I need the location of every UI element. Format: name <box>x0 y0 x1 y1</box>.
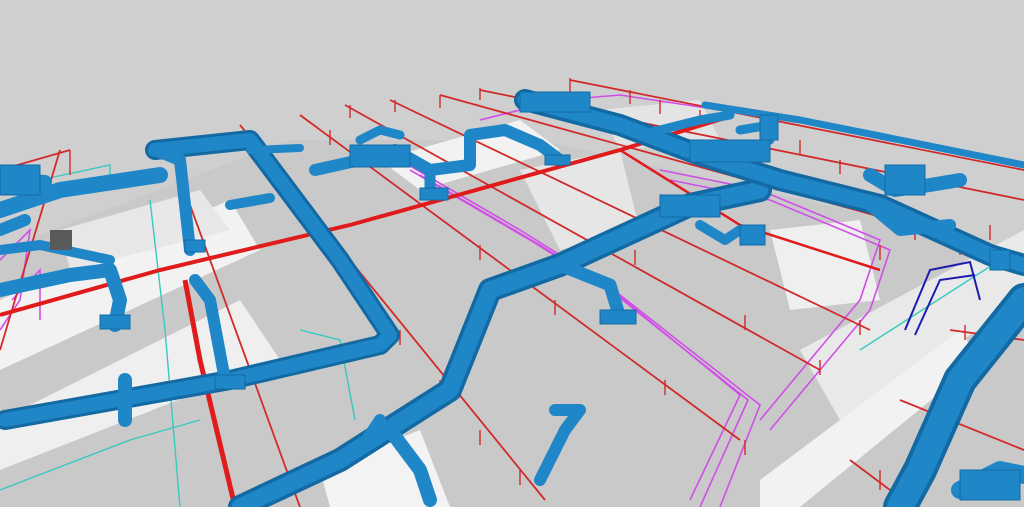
3d-mep-viewport[interactable] <box>0 0 1024 507</box>
dark-block <box>50 230 72 250</box>
mep-duct-model-render[interactable] <box>0 0 1024 507</box>
